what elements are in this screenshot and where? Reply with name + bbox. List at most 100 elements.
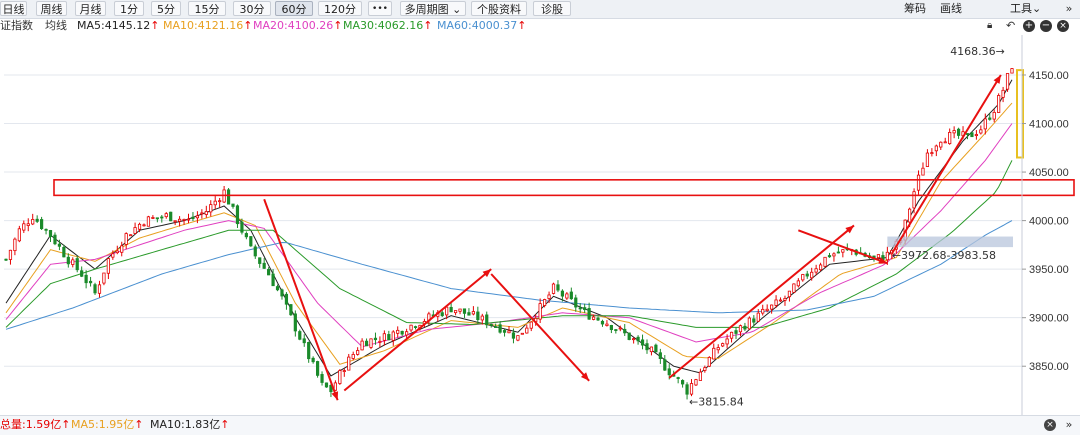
candle-body [71,259,75,265]
candle-body [324,382,329,388]
candle-body [965,133,970,135]
more-periods-button[interactable]: ••• [368,1,392,16]
candle-body [908,208,912,223]
volume-legend: 总量:1.59亿↑ MA5:1.95亿↑ MA10:1.83亿↑ × » [0,415,1080,435]
candle-body [556,284,560,291]
candle-body [48,230,53,238]
candle-body [53,234,57,245]
candle-body [787,290,792,298]
candle-body [729,331,734,339]
candle-body [267,269,271,276]
low-label: ←3815.84 [689,395,744,408]
candle-body [516,335,520,341]
candle-body [31,219,35,225]
candle-body [258,257,262,264]
candle-body [93,284,97,294]
candle-body [57,243,62,247]
candle-body [445,306,449,316]
period-month-button[interactable]: 月线 [75,1,106,16]
candle-body [970,132,974,138]
candle-body [471,311,475,315]
candle-body [1010,68,1014,74]
candle-body [142,224,146,227]
candle-body [538,303,542,320]
candle-body [876,254,881,259]
candle-body [529,321,533,329]
candle-body [342,370,346,372]
zoom-out-icon[interactable]: − [1040,20,1052,32]
candle-body [525,327,529,334]
candle-body [783,297,787,301]
candle-body [689,383,694,395]
candle-body [137,223,142,230]
close-icon[interactable]: × [1044,419,1056,431]
lock-icon[interactable]: 🔒︎ [987,18,992,34]
candle-body [778,299,783,302]
candle-body [792,283,796,293]
period-120min-button[interactable]: 120分 [318,1,362,16]
period-5min-button[interactable]: 5分 [151,1,181,16]
candle-body [605,323,609,326]
zoom-in-icon[interactable]: + [1023,20,1035,32]
multi-period-dropdown[interactable]: 多周期图 ⌄ [400,1,466,16]
candle-body [502,330,507,333]
candle-body [765,308,769,311]
candle-body [280,289,284,297]
candle-body [716,347,720,351]
candle-body [818,264,823,271]
stock-info-button[interactable]: 个股资料 [471,1,527,16]
candle-body [681,380,685,385]
candle-body [204,211,208,215]
candle-body [75,258,79,271]
y-tick-label: 3950.00 [1029,264,1069,276]
candle-body [489,323,493,326]
candle-body [627,332,631,340]
candle-body [115,250,119,254]
candle-body [663,359,667,371]
candle-body [885,251,889,261]
candle-body [734,330,738,334]
candle-body [703,367,707,371]
chips-button[interactable]: 筹码 [904,0,926,18]
close-icon[interactable]: × [1057,20,1069,32]
candle-body [293,313,297,332]
double-chevron-right-icon[interactable]: » [1062,0,1076,18]
candle-body [939,141,943,148]
candle-body [467,312,471,316]
diagnose-button[interactable]: 诊股 [533,1,571,16]
candle-body [458,308,462,312]
undo-icon[interactable]: ↶ [1006,18,1015,34]
candle-body [275,286,280,291]
candle-body [770,304,774,310]
candle-body [600,320,605,325]
candle-body [356,350,360,355]
period-15min-button[interactable]: 15分 [188,1,226,16]
zone-label: ←3972.68-3983.58 [892,249,996,262]
candle-body [164,213,168,218]
candle-body [80,270,84,277]
candle-body [578,307,582,310]
candle-body [596,317,600,321]
period-week-button[interactable]: 周线 [36,1,67,16]
period-toolbar: 日线 周线 月线 1分 5分 15分 30分 60分 120分 ••• 多周期图… [0,0,1080,19]
period-30min-button[interactable]: 30分 [233,1,271,16]
candle-body [35,218,39,222]
candle-body [810,271,814,279]
candle-body [836,251,840,254]
drawing-button[interactable]: 画线 [940,0,962,18]
candle-body [191,216,195,219]
period-60min-button[interactable]: 60分 [275,1,313,16]
period-day-button[interactable]: 日线 [0,1,27,16]
candle-body [645,343,649,351]
candle-body [480,315,484,321]
tools-menu[interactable]: 工具⌄ [1010,0,1041,18]
candle-body [440,312,444,317]
candlestick-chart[interactable]: ←3972.68-3983.58 4168.36→ ←3815.84 4150.00… [0,35,1080,415]
candle-body [226,189,231,205]
candle-body [146,216,151,227]
candle-body [8,249,13,260]
candle-body [289,304,293,316]
double-chevron-right-icon[interactable]: » [1062,416,1076,434]
period-1min-button[interactable]: 1分 [114,1,144,16]
candle-body [569,291,573,300]
